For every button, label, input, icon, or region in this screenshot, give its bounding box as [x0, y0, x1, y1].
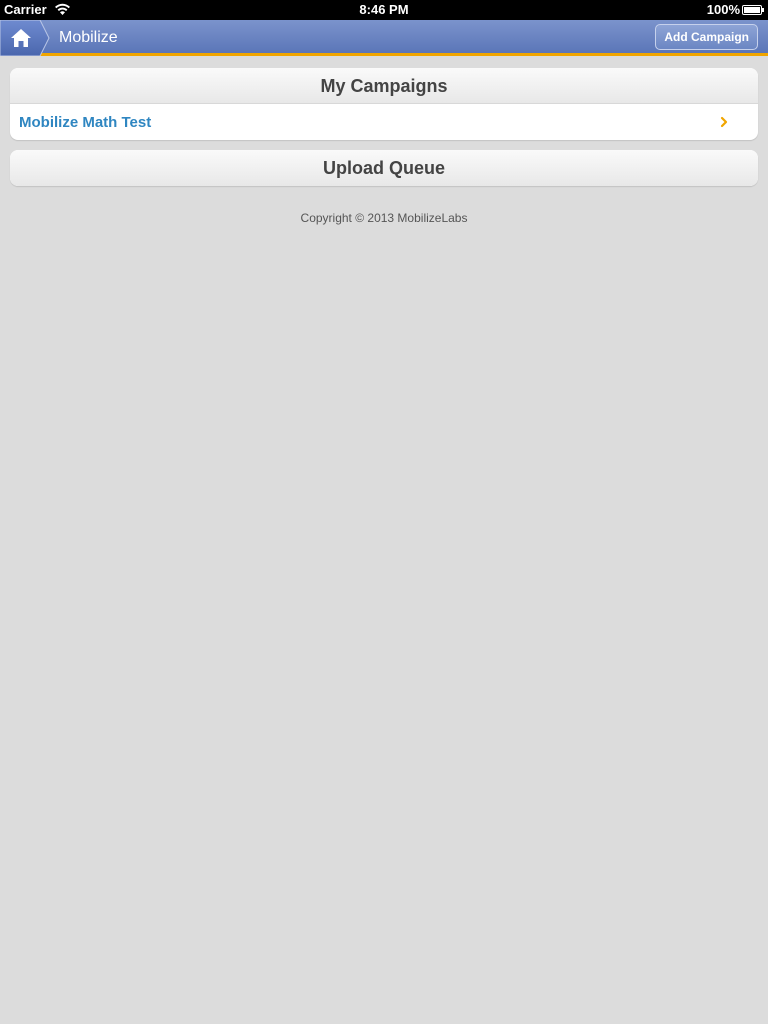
campaign-label[interactable]: Mobilize Math Test	[19, 114, 151, 131]
chevron-right-icon	[720, 116, 728, 128]
nav-title: Mobilize	[59, 29, 118, 46]
upload-queue-header[interactable]: Upload Queue	[10, 150, 758, 186]
status-bar: Carrier 8:46 PM 100%	[0, 0, 768, 20]
add-campaign-button[interactable]: Add Campaign	[655, 24, 758, 50]
wifi-icon	[55, 3, 70, 15]
campaign-list-item[interactable]: Mobilize Math Test	[10, 104, 758, 140]
battery-percent: 100%	[706, 2, 740, 17]
carrier-label: Carrier	[4, 2, 47, 17]
copyright-text: Copyright © 2013 MobilizeLabs	[300, 211, 468, 225]
battery-icon	[742, 5, 764, 15]
clock: 8:46 PM	[359, 2, 409, 17]
campaigns-header: My Campaigns	[10, 68, 758, 104]
upload-queue-panel[interactable]: Upload Queue	[10, 150, 758, 186]
campaigns-panel: My Campaigns Mobilize Math Test	[10, 68, 758, 140]
home-button[interactable]	[0, 20, 50, 56]
home-icon	[0, 20, 50, 56]
nav-bar: Mobilize Add Campaign	[0, 20, 768, 56]
